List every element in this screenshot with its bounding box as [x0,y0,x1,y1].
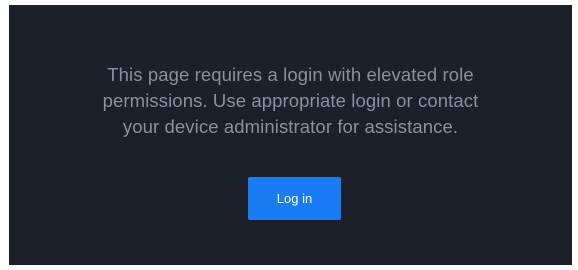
login-button[interactable]: Log in [248,177,341,220]
permission-message-line-1: This page requires a login with elevated… [107,64,474,85]
permission-message: This page requires a login with elevated… [9,62,572,140]
access-denied-panel: This page requires a login with elevated… [9,5,572,265]
permission-message-line-3: your device administrator for assistance… [122,116,459,137]
permission-message-line-2: permissions. Use appropriate login or co… [102,90,479,111]
